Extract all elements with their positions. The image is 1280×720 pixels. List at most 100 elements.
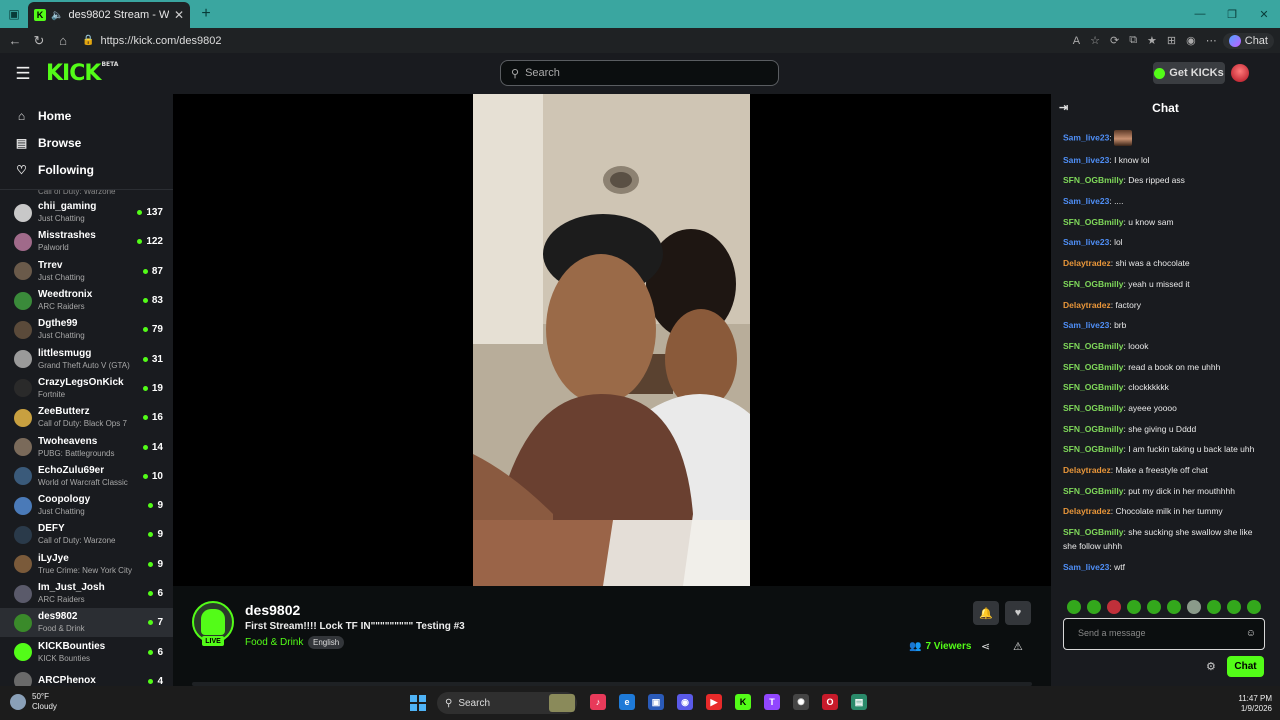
speaker-icon[interactable]: 🔈 [51,10,63,21]
emote-icon[interactable] [1147,600,1161,614]
stream-category[interactable]: Food & Drink [245,637,303,648]
search-input[interactable]: ⚲ Search [500,60,779,86]
opera-icon[interactable]: O [822,694,838,710]
extensions-icon[interactable]: ⧉ [1129,34,1137,47]
sidebar-channel-item[interactable]: Twoheavens PUBG: Battlegrounds 14 [0,432,173,461]
twitch-icon[interactable]: T [764,694,780,710]
favorite-star-icon[interactable]: ☆ [1090,34,1100,47]
emote-icon[interactable] [1087,600,1101,614]
edge-browser-icon[interactable]: e [619,694,635,710]
collections-icon[interactable]: ⊞ [1167,34,1176,47]
chatgpt-icon[interactable]: ✺ [793,694,809,710]
window-menu-icon[interactable]: ▣ [0,0,28,28]
chat-username[interactable]: SFN_OGBmilly [1063,279,1123,289]
chat-username[interactable]: SFN_OGBmilly [1063,486,1123,496]
chat-username[interactable]: SFN_OGBmilly [1063,382,1123,392]
refresh-page-icon[interactable]: ⟳ [1110,34,1119,47]
minimize-icon[interactable]: — [1184,8,1216,21]
chat-send-button[interactable]: Chat [1227,656,1264,677]
sidebar-channel-item[interactable]: littlesmugg Grand Theft Auto V (GTA) 31 [0,344,173,373]
video-player[interactable] [173,94,1051,586]
system-clock[interactable]: 11:47 PM 1/9/2026 [1222,694,1272,714]
menu-icon[interactable]: ☰ [0,64,46,84]
favorites-icon[interactable]: ★ [1147,34,1157,47]
channel-name[interactable]: des9802 [245,602,300,618]
sidebar-channel-item[interactable]: Trrev Just Chatting 87 [0,257,173,286]
sidebar-channel-item[interactable]: DEFY Call of Duty: Warzone 9 [0,520,173,549]
emote-icon[interactable] [1187,600,1201,614]
chat-username[interactable]: Delaytradez [1063,300,1111,310]
nav-home[interactable]: ⌂ Home [0,102,173,129]
chat-username[interactable]: SFN_OGBmilly [1063,217,1123,227]
read-aloud-icon[interactable]: A [1073,35,1080,47]
chat-username[interactable]: SFN_OGBmilly [1063,424,1123,434]
nav-browse[interactable]: ▤ Browse [0,129,173,156]
more-icon[interactable]: ⋯ [1206,34,1217,47]
chat-username[interactable]: Delaytradez [1063,465,1111,475]
weather-widget[interactable]: 50°F Cloudy [10,692,57,712]
sidebar-channel-item[interactable]: des9802 Food & Drink 7 [0,608,173,638]
notification-bell-button[interactable]: 🔔 [973,601,999,625]
back-icon[interactable]: ← [6,33,24,48]
chat-username[interactable]: Sam_live23 [1063,155,1109,165]
emote-icon[interactable] [1127,600,1141,614]
chat-message-input[interactable]: Send a message ☺ [1063,618,1265,650]
chat-username[interactable]: Sam_live23 [1063,132,1109,142]
share-icon[interactable]: ⋖ [981,640,990,653]
discord-icon[interactable]: ◉ [677,694,693,710]
music-app-icon[interactable]: ♪ [590,694,606,710]
report-icon[interactable]: ⚠ [1013,640,1023,653]
chat-username[interactable]: SFN_OGBmilly [1063,527,1123,537]
nav-following[interactable]: ♡ Following [0,156,173,183]
emote-icon[interactable] [1227,600,1241,614]
url-field[interactable]: 🔒 https://kick.com/des9802 [78,31,1067,51]
chat-username[interactable]: Delaytradez [1063,506,1111,516]
close-window-icon[interactable]: ✕ [1248,8,1280,21]
emote-icon[interactable] [1167,600,1181,614]
chat-username[interactable]: Sam_live23 [1063,196,1109,206]
chat-username[interactable]: Sam_live23 [1063,320,1109,330]
chat-username[interactable]: SFN_OGBmilly [1063,341,1123,351]
sidebar-channel-item[interactable]: CrazyLegsOnKick Fortnite 19 [0,374,173,403]
emote-icon[interactable] [1107,600,1121,614]
sidebar-channel-item[interactable]: ARCPhenox 4 [0,667,173,686]
store-app-icon[interactable]: ▣ [648,694,664,710]
kick-app-icon[interactable]: K [735,694,751,710]
chat-username[interactable]: SFN_OGBmilly [1063,403,1123,413]
maximize-icon[interactable]: ❐ [1216,8,1248,21]
chat-username[interactable]: SFN_OGBmilly [1063,175,1123,185]
youtube-icon[interactable]: ▶ [706,694,722,710]
sidebar-channel-item[interactable]: Weedtronix ARC Raiders 83 [0,286,173,315]
user-avatar[interactable] [1231,64,1249,82]
emote-icon[interactable] [1067,600,1081,614]
home-browser-icon[interactable]: ⌂ [54,33,72,48]
emoji-picker-icon[interactable]: ☺ [1246,628,1256,639]
chat-username[interactable]: Sam_live23 [1063,237,1109,247]
chat-username[interactable]: Delaytradez [1063,258,1111,268]
sidebar-channel-item[interactable]: KICKBounties KICK Bounties 6 [0,637,173,666]
sidebar-channel-item[interactable]: Dgthe99 Just Chatting 79 [0,315,173,344]
browser-tab[interactable]: K 🔈 des9802 Stream - Watch Live ✕ [28,2,190,28]
sidebar-channel-item[interactable]: iLyJye True Crime: New York City 9 [0,550,173,579]
chat-username[interactable]: SFN_OGBmilly [1063,444,1123,454]
emote-icon[interactable] [1247,600,1261,614]
profile-icon[interactable]: ◉ [1186,34,1196,47]
get-kicks-button[interactable]: Get KICKs [1153,62,1225,84]
copilot-chat-button[interactable]: Chat [1222,32,1274,49]
refresh-icon[interactable]: ↻ [30,33,48,49]
language-tag[interactable]: English [308,636,345,649]
kick-logo[interactable]: KICKBETA [46,61,118,86]
collapse-chat-icon[interactable]: ⇥ [1059,101,1068,114]
sidebar-channel-item[interactable]: Coopology Just Chatting 9 [0,491,173,520]
new-tab-icon[interactable]: + [194,2,218,26]
follow-button[interactable]: ♥ [1005,601,1031,625]
chat-username[interactable]: Sam_live23 [1063,562,1109,572]
taskbar-search[interactable]: ⚲ Search [437,692,577,714]
sidebar-channel-item[interactable]: ZeeButterz Call of Duty: Black Ops 7 16 [0,403,173,432]
sidebar-channel-item[interactable]: Im_Just_Josh ARC Raiders 6 [0,579,173,608]
close-tab-icon[interactable]: ✕ [174,8,184,22]
emote-icon[interactable] [1207,600,1221,614]
windows-start-icon[interactable] [410,695,426,711]
sidebar-channel-item[interactable]: Misstrashes Palworld 122 [0,227,173,256]
video-frame[interactable] [473,94,750,586]
